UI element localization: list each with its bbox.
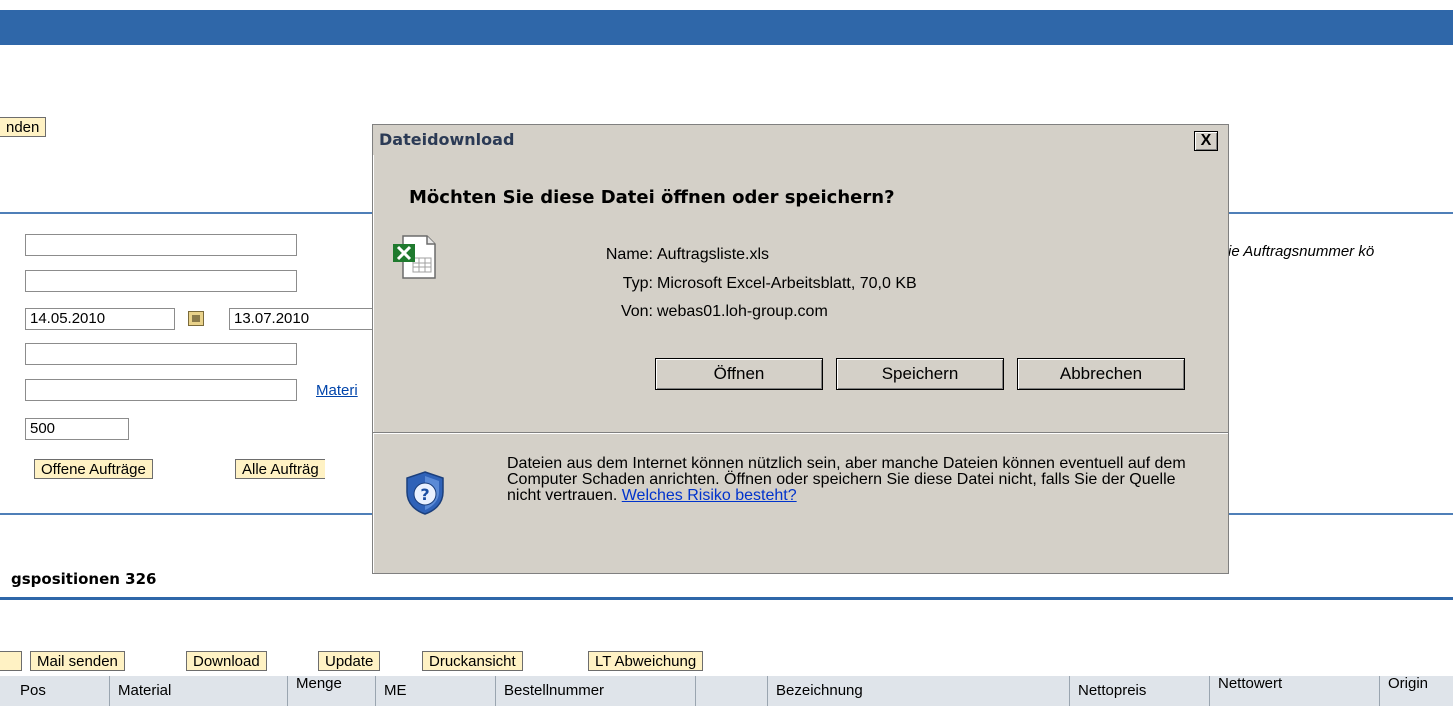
dialog-title: Dateidownload (373, 125, 1228, 155)
dialog-question: Möchten Sie diese Datei öffnen oder spei… (409, 187, 895, 208)
lt-deviation-button[interactable]: LT Abweichung (588, 651, 704, 671)
save-button[interactable]: Speichern (836, 358, 1004, 390)
material-input[interactable] (25, 379, 297, 401)
name-label: Name: (605, 246, 653, 263)
open-orders-button[interactable]: Offene Aufträge (34, 459, 153, 479)
section-title: gspositionen 326 (11, 570, 157, 588)
header-bar (0, 10, 1453, 45)
type-label: Typ: (622, 275, 653, 292)
col-material[interactable]: Material (110, 676, 288, 706)
security-warning: Dateien aus dem Internet können nützlich… (507, 456, 1207, 504)
max-hits-input[interactable]: 500 (25, 418, 129, 440)
toolbar-partial-button[interactable] (0, 651, 22, 671)
download-button[interactable]: Download (186, 651, 267, 671)
col-quantity[interactable]: Menge (288, 676, 376, 706)
order-number-input[interactable] (25, 234, 297, 256)
security-shield-icon: ? (406, 471, 444, 515)
svg-text:?: ? (420, 485, 429, 504)
print-view-button[interactable]: Druckansicht (422, 651, 523, 671)
col-pos[interactable]: Pos (0, 676, 110, 706)
col-description[interactable]: Bezeichnung (768, 676, 1070, 706)
position-input[interactable] (25, 343, 297, 365)
col-origin[interactable]: Origin (1380, 676, 1453, 706)
from-label: Von: (620, 303, 653, 320)
mail-send-button[interactable]: Mail senden (30, 651, 125, 671)
material-link[interactable]: Materi (316, 382, 358, 399)
date-to-input[interactable]: 13.07.2010 (229, 308, 379, 330)
excel-file-icon (393, 235, 436, 279)
cancel-button[interactable]: Abbrechen (1017, 358, 1185, 390)
risk-link[interactable]: Welches Risiko besteht? (622, 487, 797, 504)
col-order-number[interactable]: Bestellnummer (496, 676, 696, 706)
file-download-dialog: Dateidownload X Möchten Sie diese Datei … (372, 124, 1229, 574)
table-header: Pos Material Menge ME Bestellnummer Beze… (0, 676, 1453, 706)
hint-text: ie Auftragsnummer kö (1228, 243, 1375, 260)
calendar-icon[interactable] (188, 311, 204, 326)
divider (0, 597, 1453, 600)
name-value: Auftragsliste.xls (657, 246, 770, 263)
update-button[interactable]: Update (318, 651, 381, 671)
customer-order-input[interactable] (25, 270, 297, 292)
all-orders-button[interactable]: Alle Aufträg (235, 459, 325, 479)
warning-text: Dateien aus dem Internet können nützlich… (507, 455, 1186, 504)
open-button[interactable]: Öffnen (655, 358, 823, 390)
col-unnamed[interactable] (696, 676, 768, 706)
type-value: Microsoft Excel-Arbeitsblatt, 70,0 KB (657, 275, 917, 292)
date-from-input[interactable]: 14.05.2010 (25, 308, 175, 330)
col-unit[interactable]: ME (376, 676, 496, 706)
partial-button[interactable]: nden (0, 117, 47, 137)
col-net-value[interactable]: Nettowert (1210, 676, 1380, 706)
from-value: webas01.loh-group.com (657, 303, 828, 320)
close-icon[interactable]: X (1194, 131, 1218, 151)
col-net-price[interactable]: Nettopreis (1070, 676, 1210, 706)
